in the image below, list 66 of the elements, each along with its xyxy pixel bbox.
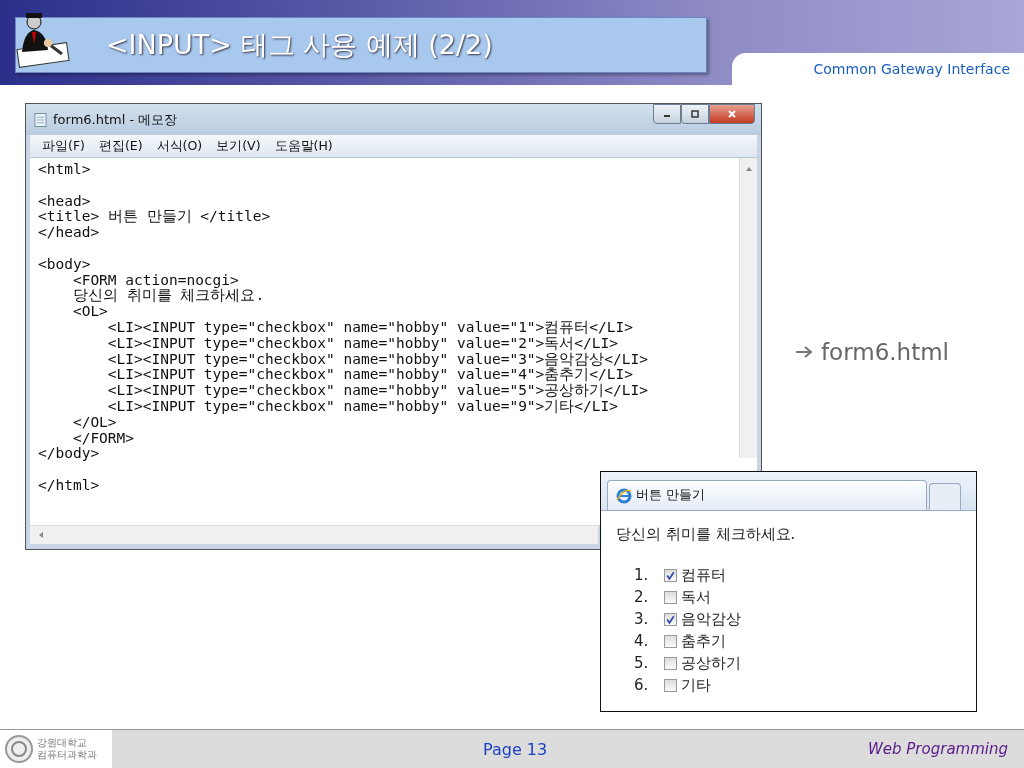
- checkbox-label: 기타: [681, 675, 711, 695]
- logo-text: 강원대학교: [37, 737, 88, 749]
- caption: form6.html: [821, 339, 949, 365]
- menu-item[interactable]: 도움말(H): [274, 137, 333, 155]
- checkbox[interactable]: [664, 590, 677, 604]
- maximize-button[interactable]: [681, 104, 709, 124]
- subtitle: Common Gateway Interface: [813, 61, 1010, 77]
- horizontal-scrollbar[interactable]: [30, 525, 598, 544]
- prompt-text: 당신의 취미를 체크하세요.: [616, 525, 797, 544]
- menu-item[interactable]: 서식(O): [156, 137, 203, 155]
- code-line: <FORM action=nocgi>: [72, 272, 239, 289]
- checkbox-label: 독서: [681, 587, 711, 607]
- checkbox[interactable]: [664, 634, 677, 648]
- checkbox-label: 춤추기: [681, 631, 726, 651]
- list-number: 6.: [634, 676, 650, 694]
- close-button[interactable]: [709, 104, 755, 124]
- scroll-left-icon: [38, 531, 44, 539]
- code-line: <html>: [38, 162, 91, 178]
- code-line: <OL>: [71, 304, 108, 320]
- close-icon: [727, 109, 737, 119]
- list-number: 1.: [634, 566, 650, 584]
- list-number: 2.: [634, 588, 650, 606]
- code-line: <LI><INPUT type="checkbox" name="hobby" value="2">독서</LI>: [106, 335, 618, 352]
- checkbox-label: 음악감상: [681, 609, 741, 629]
- new-tab-button[interactable]: [929, 483, 961, 510]
- checkbox[interactable]: [664, 678, 677, 692]
- university-seal-icon: [4, 734, 34, 764]
- code-line: <LI><INPUT type="checkbox" name="hobby" value="1">컴퓨터</LI>: [106, 319, 633, 336]
- browser-logo-icon: [616, 487, 632, 504]
- menu-item[interactable]: 편집(E): [98, 137, 143, 155]
- checkbox[interactable]: [664, 612, 677, 626]
- window-title: form6.html - 메모장: [53, 110, 178, 129]
- browser-tab[interactable]: 버튼 만들기: [607, 480, 927, 510]
- page-number: Page 13: [483, 739, 548, 759]
- checkbox[interactable]: [664, 568, 677, 582]
- checkbox-label: 공상하기: [681, 653, 741, 673]
- menu-item[interactable]: 보기(V): [216, 137, 261, 155]
- code-line: <LI><INPUT type="checkbox" name="hobby" value="9">기타</LI>: [106, 398, 618, 415]
- code-line: <LI><INPUT type="checkbox" name="hobby" value="5">공상하기</LI>: [106, 383, 648, 399]
- vertical-scrollbar[interactable]: [739, 158, 757, 458]
- code-line: 당신의 취미를 체크하세요.: [71, 288, 265, 305]
- code-line: <head>: [38, 193, 91, 210]
- code-line: </html>: [38, 477, 100, 494]
- logo-text: 컴퓨터과학과: [37, 749, 97, 761]
- notepad-icon: [34, 111, 47, 128]
- code-line: <LI><INPUT type="checkbox" name="hobby" value="4">춤추기</LI>: [106, 367, 633, 383]
- code-line: </OL>: [71, 414, 117, 431]
- code-line: <LI><INPUT type="checkbox" name="hobby" value="3">음악감상</LI>: [106, 351, 648, 367]
- code-line: </head>: [38, 225, 100, 241]
- right-arrow-icon: [795, 345, 813, 359]
- list-number: 4.: [634, 632, 650, 650]
- minimize-button[interactable]: [653, 104, 681, 124]
- menu-item[interactable]: 파일(F): [42, 137, 85, 155]
- course-name: Web Programming: [867, 740, 1008, 758]
- scroll-up-icon: [744, 166, 753, 172]
- tab-title: 버튼 만들기: [636, 487, 705, 504]
- list-number: 5.: [634, 654, 650, 672]
- slide-title: <INPUT> 태그 사용 예제 (2/2): [106, 28, 493, 62]
- code-line: <title> 버튼 만들기 </title>: [38, 209, 271, 226]
- checkbox-label: 컴퓨터: [681, 565, 726, 585]
- list-number: 3.: [634, 610, 650, 628]
- code-line: </body>: [38, 446, 100, 463]
- code-line: <body>: [38, 256, 91, 273]
- code-line: </FORM>: [71, 430, 135, 447]
- checkbox[interactable]: [664, 656, 677, 670]
- maximize-icon: [690, 109, 700, 119]
